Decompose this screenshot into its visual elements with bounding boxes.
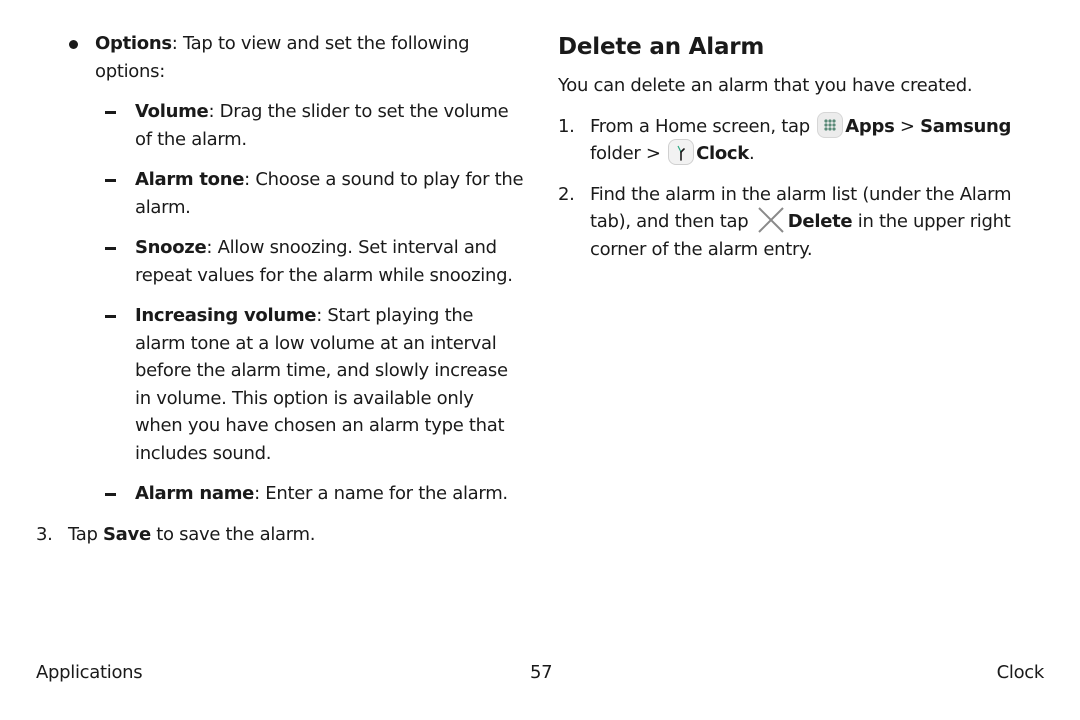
close-x-icon xyxy=(756,205,786,235)
apps-term: Apps xyxy=(845,115,895,137)
step-text: to save the alarm. xyxy=(150,523,316,545)
step-3: 3. Tap Save to save the alarm. xyxy=(36,521,526,549)
dash-mark xyxy=(105,315,116,318)
step-text: . xyxy=(748,143,755,164)
sub-item-term: Alarm name xyxy=(135,483,255,504)
sub-item-text: : Start playing the alarm tone at a low … xyxy=(135,305,508,464)
dash-mark xyxy=(105,247,116,250)
clock-app-icon xyxy=(668,139,695,165)
step-text: folder > xyxy=(590,143,667,164)
sub-item-text: : Enter a name for the alarm. xyxy=(254,483,508,504)
page-number: 57 xyxy=(530,662,553,683)
step-1: 1. From a Home screen, tap Apps > Samsun… xyxy=(558,111,1028,168)
sub-item-term: Alarm tone xyxy=(135,169,245,190)
clock-term: Clock xyxy=(696,143,749,164)
sub-item-term: Snooze xyxy=(135,237,207,258)
intro-text: You can delete an alarm that you have cr… xyxy=(558,75,973,96)
sub-item-snooze: Snooze: Allow snoozing. Set interval and… xyxy=(36,234,526,289)
bullet-dot xyxy=(69,40,78,49)
sub-item-term: Volume xyxy=(135,101,209,122)
sub-item-alarm-tone: Alarm tone: Choose a sound to play for t… xyxy=(36,166,526,221)
sub-item-term: Increasing volume xyxy=(135,305,317,326)
save-term: Save xyxy=(103,523,151,545)
sub-item-alarm-name: Alarm name: Enter a name for the alarm. xyxy=(36,480,526,508)
section-heading: Delete an Alarm xyxy=(558,34,765,60)
step-number: 2. xyxy=(558,183,575,205)
dash-mark xyxy=(105,111,116,114)
step-number: 1. xyxy=(558,115,575,137)
sub-item-volume: Volume: Drag the slider to set the volum… xyxy=(36,98,526,153)
step-text: From a Home screen, tap xyxy=(590,115,816,137)
footer-chapter: Clock xyxy=(996,662,1045,683)
options-bullet: Options: Tap to view and set the followi… xyxy=(36,30,526,85)
right-column: Delete an Alarm You can delete an alarm … xyxy=(558,30,1028,276)
sub-item-increasing-volume: Increasing volume: Start playing the ala… xyxy=(36,302,526,467)
step-2: 2. Find the alarm in the alarm list (und… xyxy=(558,181,1028,264)
samsung-term: Samsung xyxy=(920,115,1012,137)
footer-section: Applications xyxy=(36,662,143,683)
left-column: Options: Tap to view and set the followi… xyxy=(36,30,526,561)
dash-mark xyxy=(105,179,116,182)
dash-mark xyxy=(105,493,116,496)
chevron-separator: > xyxy=(894,115,921,137)
options-term: Options xyxy=(95,33,172,54)
step-number: 3. xyxy=(36,523,53,545)
delete-term: Delete xyxy=(787,211,853,232)
step-text: Tap xyxy=(68,523,103,545)
apps-grid-icon xyxy=(817,111,844,138)
